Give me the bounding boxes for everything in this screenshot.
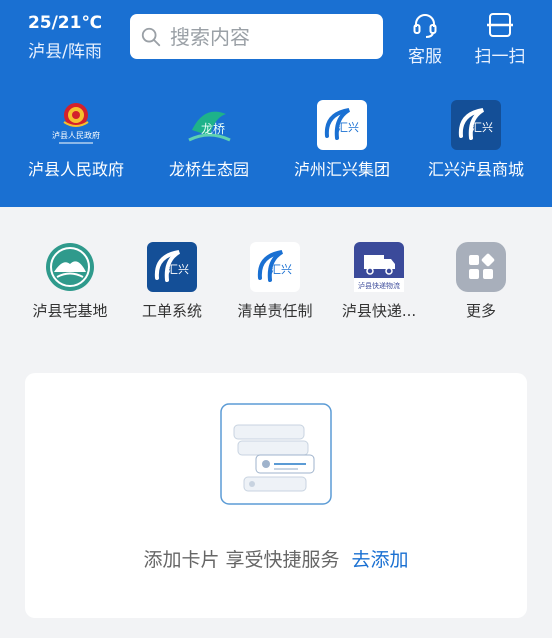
app-longqiao-eco-park[interactable]: 龙桥 龙桥生态园 — [140, 100, 278, 180]
service-work-order[interactable]: 汇兴 工单系统 — [122, 242, 222, 320]
app-luxian-government[interactable]: 泸县人民政府 泸县人民政府 — [7, 100, 145, 180]
search-input[interactable] — [168, 23, 372, 50]
delivery-truck-icon: 泸县快递物流 — [354, 242, 404, 292]
scan-icon — [487, 13, 513, 37]
svg-text:汇兴: 汇兴 — [337, 121, 359, 134]
svg-text:龙桥: 龙桥 — [201, 122, 225, 136]
card-placeholder-illustration — [220, 403, 332, 505]
featured-apps-row: 泸县人民政府 泸县人民政府 龙桥 龙桥生态园 汇兴 泸州汇兴集团 汇兴 汇兴泸县… — [0, 100, 552, 190]
service-checklist[interactable]: 汇兴 清单责任制 — [225, 242, 325, 320]
service-luxian-delivery[interactable]: 泸县快递物流 泸县快递... — [329, 242, 429, 320]
svg-text:汇兴: 汇兴 — [471, 121, 493, 134]
add-card-message: 添加卡片 享受快捷服务 — [143, 549, 340, 571]
services-grid: 泸县宅基地 汇兴 工单系统 汇兴 清单责任制 泸县快递物流 泸县快递... 更多 — [0, 207, 552, 343]
app-huixing-luxian-mall[interactable]: 汇兴 汇兴泸县商城 — [407, 100, 545, 180]
huixing-mall-icon: 汇兴 — [451, 100, 501, 150]
app-label: 泸州汇兴集团 — [293, 160, 390, 179]
homestead-icon — [45, 242, 95, 292]
checklist-icon: 汇兴 — [250, 242, 300, 292]
service-label: 泸县宅基地 — [32, 302, 108, 320]
customer-service-label: 客服 — [408, 47, 442, 67]
work-order-icon: 汇兴 — [147, 242, 197, 292]
svg-text:汇兴: 汇兴 — [270, 263, 292, 276]
temperature-text: 25/21℃ — [27, 13, 103, 33]
svg-text:泸县人民政府: 泸县人民政府 — [52, 130, 100, 140]
customer-service-button[interactable]: 客服 — [395, 10, 455, 68]
service-label: 工单系统 — [141, 302, 202, 320]
location-weather-text: 泸县/阵雨 — [28, 42, 102, 62]
weather-widget[interactable]: 25/21℃ 泸县/阵雨 — [20, 12, 110, 64]
add-card-panel: 添加卡片 享受快捷服务 去添加 — [25, 373, 527, 618]
add-card-prompt: 添加卡片 享受快捷服务 去添加 — [25, 545, 527, 572]
add-card-link[interactable]: 去添加 — [352, 549, 409, 571]
service-label: 清单责任制 — [237, 302, 313, 320]
search-bar[interactable] — [130, 14, 383, 59]
government-emblem-icon: 泸县人民政府 — [51, 100, 101, 150]
scan-button[interactable]: 扫一扫 — [470, 10, 530, 68]
svg-text:泸县快递物流: 泸县快递物流 — [358, 281, 400, 290]
service-homestead[interactable]: 泸县宅基地 — [20, 242, 120, 320]
app-label: 龙桥生态园 — [168, 160, 249, 179]
longqiao-logo-icon: 龙桥 — [184, 100, 234, 150]
app-label: 泸县人民政府 — [27, 160, 124, 179]
service-label: 更多 — [465, 302, 496, 320]
service-more[interactable]: 更多 — [431, 242, 531, 320]
svg-text:汇兴: 汇兴 — [167, 263, 189, 276]
search-icon — [141, 27, 161, 46]
huixing-logo-icon: 汇兴 — [317, 100, 367, 150]
scan-label: 扫一扫 — [474, 47, 526, 67]
header-bar: 25/21℃ 泸县/阵雨 客服 扫一扫 — [0, 0, 552, 207]
headset-icon — [413, 14, 437, 38]
app-label: 汇兴泸县商城 — [427, 160, 524, 179]
service-label: 泸县快递... — [341, 302, 417, 320]
more-grid-icon — [456, 242, 506, 292]
app-luzhou-huixing-group[interactable]: 汇兴 泸州汇兴集团 — [273, 100, 411, 180]
